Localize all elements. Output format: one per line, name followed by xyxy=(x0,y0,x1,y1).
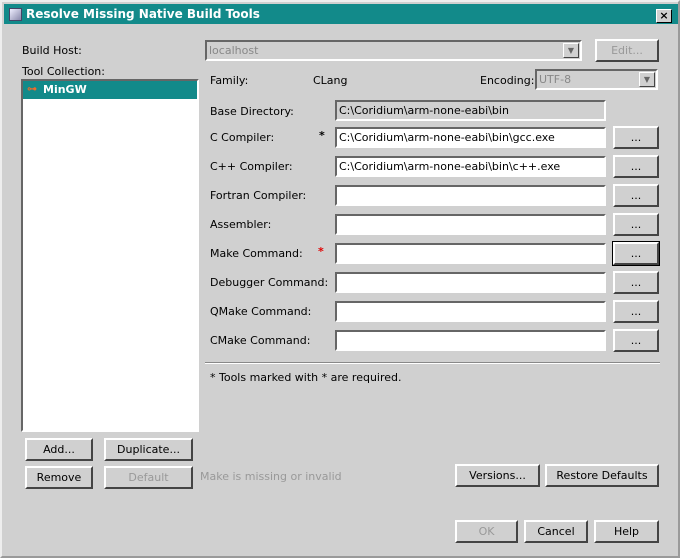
qmakecommand-browse-button[interactable]: ... xyxy=(613,300,659,323)
encoding-value: UTF-8 xyxy=(539,73,572,86)
list-item-label: MinGW xyxy=(43,83,87,96)
makecommand-field[interactable] xyxy=(335,243,606,264)
close-icon[interactable]: × xyxy=(656,9,672,23)
fortrancompiler-field[interactable] xyxy=(335,185,606,206)
chevron-down-icon[interactable]: ▼ xyxy=(639,72,655,87)
cancel-button[interactable]: Cancel xyxy=(524,520,588,543)
makecommand-label: Make Command: xyxy=(210,247,303,260)
build-host-combo[interactable]: localhost ▼ xyxy=(205,40,582,61)
duplicate-button[interactable]: Duplicate... xyxy=(104,438,193,461)
required-marker: * xyxy=(318,245,324,258)
cmakecommand-label: CMake Command: xyxy=(210,334,311,347)
add-button[interactable]: Add... xyxy=(25,438,93,461)
encoding-label: Encoding: xyxy=(480,74,535,87)
separator xyxy=(205,362,660,364)
build-host-label: Build Host: xyxy=(22,44,82,57)
assembler-browse-button[interactable]: ... xyxy=(613,213,659,236)
base-directory-field: C:\Coridium\arm-none-eabi\bin xyxy=(335,100,606,121)
cmakecommand-browse-button[interactable]: ... xyxy=(613,329,659,352)
remove-button[interactable]: Remove xyxy=(25,466,93,489)
encoding-combo[interactable]: UTF-8 ▼ xyxy=(535,69,658,90)
ccompiler-label: C Compiler: xyxy=(210,131,275,144)
tool-collection-label: Tool Collection: xyxy=(22,65,105,78)
cppcompiler-field[interactable]: C:\Coridium\arm-none-eabi\bin\c++.exe xyxy=(335,156,606,177)
cppcompiler-label: C++ Compiler: xyxy=(210,160,293,173)
restore-defaults-button[interactable]: Restore Defaults xyxy=(545,464,659,487)
debuggercommand-browse-button[interactable]: ... xyxy=(613,271,659,294)
chevron-down-icon[interactable]: ▼ xyxy=(563,43,579,58)
fortrancompiler-label: Fortran Compiler: xyxy=(210,189,307,202)
base-directory-label: Base Directory: xyxy=(210,105,294,118)
required-marker: * xyxy=(319,129,325,142)
edit-host-button[interactable]: Edit... xyxy=(595,39,659,62)
key-icon: ⊶ xyxy=(27,84,37,95)
qmakecommand-label: QMake Command: xyxy=(210,305,312,318)
debuggercommand-label: Debugger Command: xyxy=(210,276,329,289)
assembler-field[interactable] xyxy=(335,214,606,235)
build-host-value: localhost xyxy=(209,44,259,57)
cppcompiler-browse-button[interactable]: ... xyxy=(613,155,659,178)
family-label: Family: xyxy=(210,74,249,87)
window-title: Resolve Missing Native Build Tools xyxy=(26,7,260,21)
ok-button[interactable]: OK xyxy=(455,520,518,543)
fortrancompiler-browse-button[interactable]: ... xyxy=(613,184,659,207)
cmakecommand-field[interactable] xyxy=(335,330,606,351)
help-button[interactable]: Help xyxy=(594,520,659,543)
assembler-label: Assembler: xyxy=(210,218,272,231)
list-item[interactable]: ⊶ MinGW xyxy=(23,81,197,99)
family-value: CLang xyxy=(313,74,348,87)
ccompiler-browse-button[interactable]: ... xyxy=(613,126,659,149)
required-note: * Tools marked with * are required. xyxy=(210,371,402,384)
debuggercommand-field[interactable] xyxy=(335,272,606,293)
status-message: Make is missing or invalid xyxy=(200,470,342,483)
app-icon xyxy=(9,8,22,21)
qmakecommand-field[interactable] xyxy=(335,301,606,322)
title-bar: Resolve Missing Native Build Tools × xyxy=(4,4,678,24)
default-button[interactable]: Default xyxy=(104,466,193,489)
ccompiler-field[interactable]: C:\Coridium\arm-none-eabi\bin\gcc.exe xyxy=(335,127,606,148)
makecommand-browse-button[interactable]: ... xyxy=(612,241,660,266)
versions-button[interactable]: Versions... xyxy=(455,464,540,487)
tool-collection-list[interactable]: ⊶ MinGW xyxy=(21,79,199,432)
